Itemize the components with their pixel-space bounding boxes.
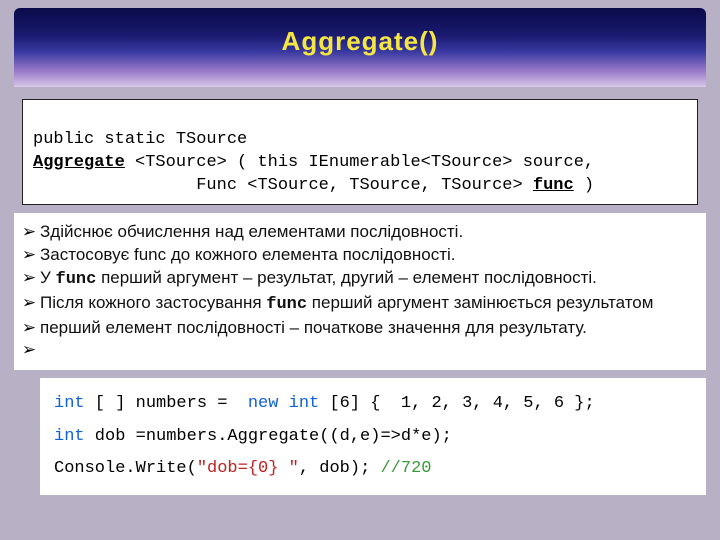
sig-line3-post: ): [574, 176, 594, 195]
bullet-row: ➢: [18, 339, 696, 362]
bullet-text: перший елемент послідовності – початкове…: [40, 317, 696, 340]
sig-line2: <TSource> ( this IEnumerable<TSource> so…: [125, 153, 594, 172]
bullet-text: [40, 339, 696, 362]
bullet-marker-icon: ➢: [18, 221, 40, 244]
bullet-marker-icon: ➢: [18, 292, 40, 317]
bullet-marker-icon: ➢: [18, 244, 40, 267]
bullet-row: ➢У func перший аргумент – результат, дру…: [18, 267, 696, 292]
method-signature: public static TSource Aggregate <TSource…: [22, 99, 698, 205]
title-text: Aggregate(): [282, 26, 439, 56]
sig-line3-pre: Func <TSource, TSource, TSource>: [33, 176, 533, 195]
bullet-text: У func перший аргумент – результат, друг…: [40, 267, 696, 292]
code-sample: int [ ] numbers = new int [6] { 1, 2, 3,…: [40, 378, 706, 495]
bullet-row: ➢перший елемент послідовності – початков…: [18, 317, 696, 340]
code-line: int dob =numbers.Aggregate((d,e)=>d*e);: [54, 421, 692, 453]
bullet-marker-icon: ➢: [18, 317, 40, 340]
bullet-marker-icon: ➢: [18, 339, 40, 362]
code-line: Console.Write("dob={0} ", dob); //720: [54, 453, 692, 485]
bullet-row: ➢Після кожного застосування func перший …: [18, 292, 696, 317]
bullet-row: ➢Застосовує func до кожного елемента пос…: [18, 244, 696, 267]
code-line: int [ ] numbers = new int [6] { 1, 2, 3,…: [54, 388, 692, 420]
bullet-row: ➢Здійснює обчислення над елементами посл…: [18, 221, 696, 244]
sig-param: func: [533, 176, 574, 195]
description-list: ➢Здійснює обчислення над елементами посл…: [14, 213, 706, 371]
bullet-marker-icon: ➢: [18, 267, 40, 292]
bullet-text: Здійснює обчислення над елементами послі…: [40, 221, 696, 244]
bullet-text: Застосовує func до кожного елемента посл…: [40, 244, 696, 267]
bullet-text: Після кожного застосування func перший а…: [40, 292, 696, 317]
sig-method-name: Aggregate: [33, 153, 125, 172]
slide-title: Aggregate(): [14, 8, 706, 87]
sig-line1: public static TSource: [33, 130, 247, 149]
